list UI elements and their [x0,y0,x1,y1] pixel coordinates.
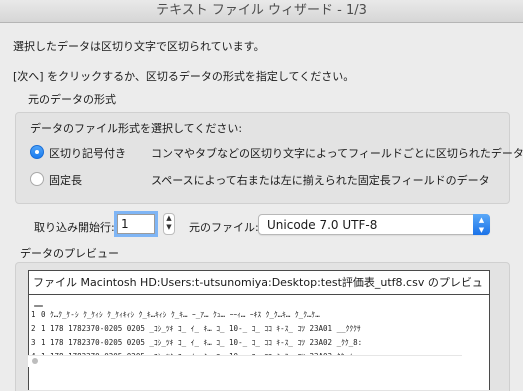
preview-row: 3 1 178 1782370-0205 0205 _ｺｼ_ﾂｷ ｺ_ ｲ_ ｷ…… [29,336,362,350]
preview-title: ファイル Macintosh HD:Users:t-utsunomiya:Des… [29,271,489,313]
preview-horizontal-scroll-thumb[interactable] [32,358,38,364]
preview-row-text: 0 ｸ…ｸ_ｹ‐ｼ ｸ_ｹｨｼ ｸ_ｹｨｷｨｼ ｸ_ｷ…ｷｨｼ ｸ_ｷ… ｰ_ｱ… [41,310,320,319]
preview-row-number: 2 [31,324,36,333]
option-fixed-width-description: スペースによって右または左に揃えられた固定長フィールドのデータ [151,174,490,187]
chevron-up-down-icon[interactable]: ▲ ▼ [473,214,490,235]
radio-fixed-width[interactable] [30,172,44,186]
option-fixed-width-label[interactable]: 固定長 [49,172,82,188]
origin-select-value: Unicode 7.0 UTF-8 [267,218,378,232]
start-row-label: 取り込み開始行: [34,221,115,234]
option-delimited-label[interactable]: 区切り記号付き [49,145,126,161]
preview-row: 2 1 178 1782370-0205 0205 _ｺｼ_ﾂｷ ｺ_ ｲ_ ｷ…… [29,322,362,336]
preview-row: 1 0 ｸ…ｸ_ｹ‐ｼ ｸ_ｹｨｼ ｸ_ｹｨｷｨｼ ｸ_ｷ…ｷｨｼ ｸ_ｷ… ｰ_… [29,308,362,322]
start-row-input[interactable]: 1 [117,214,155,234]
preview-row-number: 3 [31,338,36,347]
preview-row-text: 1 178 1782370-0205 0205 _ｺｼ_ﾂｷ ｺ_ ｲ_ ｷ… … [41,338,363,347]
stepper-icon[interactable]: ▲ ▼ [163,213,175,235]
option-delimited-description: コンマやタブなどの区切り文字によってフィールドごとに区切られたデータ [151,147,523,160]
preview-heading: データのプレビュー [20,247,119,260]
intro-line-2: [次へ] をクリックするか、区切るデータの形式を指定してください。 [13,70,355,83]
origin-label: 元のファイル: [189,221,259,234]
format-group-heading: 元のデータの形式 [28,93,116,106]
preview-horizontal-scrollbar[interactable] [28,355,462,367]
origin-select[interactable]: Unicode 7.0 UTF-8 ▲ ▼ [258,214,490,235]
radio-delimited[interactable] [30,145,44,159]
format-prompt: データのファイル形式を選択してください: [30,122,243,135]
preview-row-text: 1 178 1782370-0205 0205 _ｺｼ_ﾂｷ ｺ_ ｲ_ ｷ… … [41,324,361,333]
preview-pane: ファイル Macintosh HD:Users:t-utsunomiya:Des… [28,270,490,390]
preview-row-number: 1 [31,310,36,319]
window-title: テキスト ファイル ウィザード - 1/3 [0,0,523,23]
intro-line-1: 選択したデータは区切り文字で区切られています。 [13,40,265,53]
